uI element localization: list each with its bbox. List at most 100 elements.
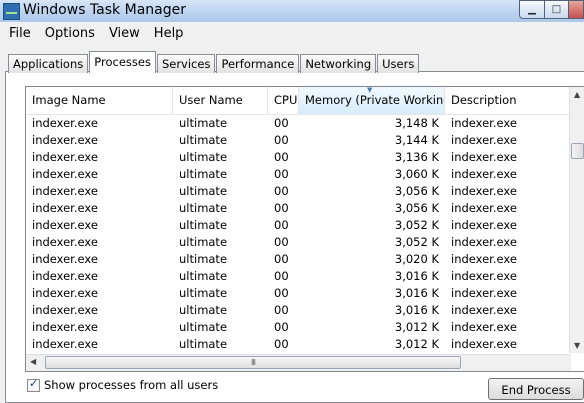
table-row[interactable]: indexer.exe ultimate 00 3,012 K indexer.exe: [26, 319, 571, 336]
table-row[interactable]: indexer.exe ultimate 00 3,056 K indexer.exe: [26, 183, 571, 200]
cell-description: indexer.exe: [451, 337, 517, 351]
cell-image-name: indexer.exe: [32, 218, 98, 232]
close-button[interactable]: [569, 0, 584, 19]
table-row[interactable]: indexer.exe ultimate 00 3,016 K indexer.exe: [26, 285, 571, 302]
cell-description: indexer.exe: [451, 320, 517, 334]
table-header: Image Name User Name CPU ▼ Memory (Priva…: [26, 87, 571, 115]
table-row[interactable]: indexer.exe ultimate 00 3,148 K indexer.exe: [26, 115, 571, 132]
cell-memory: 3,052 K: [394, 235, 439, 249]
table-row[interactable]: indexer.exe ultimate 00 3,136 K indexer.exe: [26, 149, 571, 166]
cell-description: indexer.exe: [451, 201, 517, 215]
task-manager-icon: [3, 3, 20, 20]
window-title: Windows Task Manager: [23, 2, 186, 18]
cell-user-name: ultimate: [179, 269, 228, 283]
show-all-processes[interactable]: Show processes from all users: [27, 377, 219, 392]
menu-view[interactable]: View: [102, 24, 147, 44]
cell-cpu: 00: [274, 201, 289, 215]
checkbox-checked-icon[interactable]: [27, 377, 40, 392]
minimize-icon: ▁: [528, 4, 536, 15]
table-row[interactable]: indexer.exe ultimate 00 3,056 K indexer.exe: [26, 200, 571, 217]
cell-cpu: 00: [274, 218, 289, 232]
tab-applications[interactable]: Applications: [8, 54, 89, 73]
cell-user-name: ultimate: [179, 218, 228, 232]
column-header-memory[interactable]: ▼ Memory (Private Working...: [299, 87, 445, 114]
table-row[interactable]: indexer.exe ultimate 00 3,052 K indexer.exe: [26, 234, 571, 251]
cell-image-name: indexer.exe: [32, 320, 98, 334]
cell-user-name: ultimate: [179, 133, 228, 147]
cell-user-name: ultimate: [179, 116, 228, 130]
table-row[interactable]: indexer.exe ultimate 00 3,144 K indexer.exe: [26, 132, 571, 149]
process-list[interactable]: Image Name User Name CPU ▼ Memory (Priva…: [25, 86, 584, 372]
cell-image-name: indexer.exe: [32, 303, 98, 317]
column-header-cpu[interactable]: CPU: [268, 87, 299, 114]
cell-image-name: indexer.exe: [32, 150, 98, 164]
cell-cpu: 00: [274, 133, 289, 147]
maximize-button[interactable]: □: [545, 0, 569, 19]
cell-image-name: indexer.exe: [32, 286, 98, 300]
cell-memory: 3,012 K: [394, 337, 439, 351]
table-row[interactable]: indexer.exe ultimate 00 3,012 K indexer.exe: [26, 336, 571, 353]
column-header-user-name[interactable]: User Name: [173, 87, 268, 114]
column-header-image-name[interactable]: Image Name: [26, 87, 173, 114]
cell-cpu: 00: [274, 303, 289, 317]
cell-description: indexer.exe: [451, 218, 517, 232]
scroll-down-icon[interactable]: ▼: [574, 341, 580, 350]
menu-help[interactable]: Help: [147, 24, 191, 44]
horizontal-scrollbar[interactable]: ◀ III: [26, 354, 571, 371]
cell-user-name: ultimate: [179, 286, 228, 300]
tab-processes[interactable]: Processes: [89, 51, 156, 73]
sort-arrow-icon: ▼: [367, 87, 373, 94]
tab-networking[interactable]: Networking: [300, 54, 377, 73]
cell-memory: 3,020 K: [394, 252, 439, 266]
cell-description: indexer.exe: [451, 150, 517, 164]
vertical-scroll-thumb[interactable]: [571, 143, 584, 159]
horizontal-scroll-thumb[interactable]: III: [45, 356, 461, 369]
show-all-label: Show processes from all users: [44, 378, 219, 392]
tab-performance[interactable]: Performance: [216, 54, 300, 73]
cell-description: indexer.exe: [451, 133, 517, 147]
menu-bar: File Options View Help: [0, 24, 584, 44]
table-row[interactable]: indexer.exe ultimate 00 3,060 K indexer.exe: [26, 166, 571, 183]
cell-image-name: indexer.exe: [32, 167, 98, 181]
tab-users[interactable]: Users: [377, 54, 420, 73]
cell-user-name: ultimate: [179, 337, 228, 351]
cell-description: indexer.exe: [451, 252, 517, 266]
cell-image-name: indexer.exe: [32, 201, 98, 215]
column-header-description[interactable]: Description: [445, 87, 571, 114]
cell-memory: 3,052 K: [394, 218, 439, 232]
scroll-left-icon[interactable]: ◀: [30, 357, 36, 366]
cell-image-name: indexer.exe: [32, 116, 98, 130]
cell-image-name: indexer.exe: [32, 184, 98, 198]
cell-image-name: indexer.exe: [32, 269, 98, 283]
cell-memory: 3,016 K: [394, 286, 439, 300]
table-body: indexer.exe ultimate 00 3,148 Kindexer.exe i…: [26, 115, 571, 353]
table-row[interactable]: indexer.exe ultimate 00 3,016 K indexer.exe: [26, 302, 571, 319]
menu-options[interactable]: Options: [38, 24, 102, 44]
cell-cpu: 00: [274, 320, 289, 334]
table-row[interactable]: indexer.exe ultimate 00 3,052 K indexer.exe: [26, 217, 571, 234]
tab-services[interactable]: Services: [156, 54, 216, 73]
cell-user-name: ultimate: [179, 184, 228, 198]
cell-cpu: 00: [274, 150, 289, 164]
tab-strip: Applications Processes Services Performa…: [8, 51, 420, 73]
cell-description: indexer.exe: [451, 167, 517, 181]
cell-description: indexer.exe: [451, 116, 517, 130]
table-row[interactable]: indexer.exe ultimate 00 3,020 K indexer.exe: [26, 251, 571, 268]
cell-description: indexer.exe: [451, 184, 517, 198]
scroll-up-icon[interactable]: ▲: [574, 90, 580, 99]
cell-cpu: 00: [274, 167, 289, 181]
cell-memory: 3,144 K: [394, 133, 439, 147]
vertical-scrollbar[interactable]: ▲ ▼: [569, 87, 584, 353]
minimize-button[interactable]: ▁: [519, 0, 545, 19]
table-row[interactable]: indexer.exe ultimate 00 3,016 K indexer.exe: [26, 268, 571, 285]
cell-user-name: ultimate: [179, 235, 228, 249]
cell-image-name: indexer.exe: [32, 252, 98, 266]
cell-cpu: 00: [274, 235, 289, 249]
menu-file[interactable]: File: [0, 24, 38, 44]
cell-cpu: 00: [274, 116, 289, 130]
end-process-button[interactable]: End Process: [488, 378, 584, 400]
cell-cpu: 00: [274, 286, 289, 300]
cell-user-name: ultimate: [179, 303, 228, 317]
cell-user-name: ultimate: [179, 252, 228, 266]
cell-user-name: ultimate: [179, 201, 228, 215]
